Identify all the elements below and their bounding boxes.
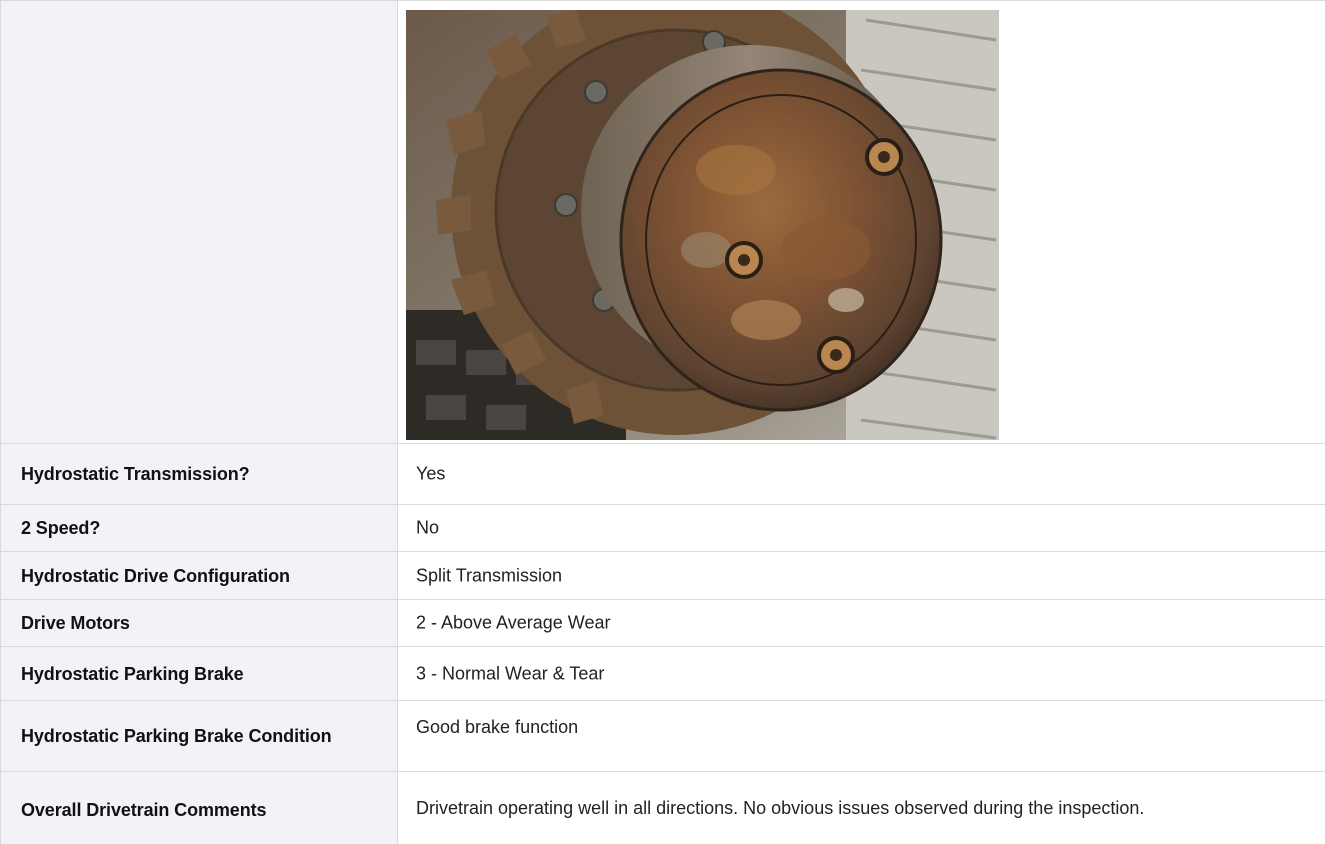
- row-value: 3 - Normal Wear & Tear: [416, 663, 605, 683]
- row-label-cell: 2 Speed?: [0, 505, 398, 551]
- row-value: Good brake function: [416, 717, 579, 737]
- row-label: Hydrostatic Parking Brake Condition: [21, 726, 332, 746]
- row-label-cell: Overall Drivetrain Comments: [0, 772, 398, 844]
- row-value: 2 - Above Average Wear: [416, 612, 611, 633]
- row-label: Hydrostatic Parking Brake: [21, 663, 244, 684]
- row-value: No: [416, 517, 440, 538]
- row-label: 2 Speed?: [21, 518, 101, 538]
- drive-motor-photo[interactable]: [406, 10, 999, 440]
- row-value: Split Transmission: [416, 565, 563, 585]
- row-value: Drivetrain operating well in all directi…: [416, 798, 1145, 818]
- table-row: Hydrostatic Drive Configuration Split Tr…: [0, 552, 1325, 600]
- row-label-cell: Hydrostatic Drive Configuration: [0, 552, 398, 599]
- row-label: Hydrostatic Drive Configuration: [21, 565, 290, 586]
- table-row: Hydrostatic Parking Brake Condition Good…: [0, 701, 1325, 772]
- table-row: Overall Drivetrain Comments Drivetrain o…: [0, 772, 1325, 844]
- table-row: 2 Speed? No: [0, 505, 1325, 552]
- drive-motor-photo-graphic: [406, 10, 999, 440]
- row-value: Yes: [416, 463, 446, 484]
- row-label-cell: Hydrostatic Parking Brake Condition: [0, 701, 398, 771]
- photo-row: [0, 0, 1325, 444]
- row-label: Hydrostatic Transmission?: [21, 464, 250, 484]
- table-row: Hydrostatic Transmission? Yes: [0, 444, 1325, 505]
- row-label: Overall Drivetrain Comments: [21, 800, 267, 820]
- row-label-cell: Hydrostatic Parking Brake: [0, 647, 398, 700]
- row-label: Drive Motors: [21, 613, 130, 633]
- table-row: Hydrostatic Parking Brake 3 - Normal Wea…: [0, 647, 1325, 701]
- photo-row-label-cell: [0, 1, 398, 443]
- row-label-cell: Drive Motors: [0, 600, 398, 646]
- row-label-cell: Hydrostatic Transmission?: [0, 444, 398, 504]
- table-row: Drive Motors 2 - Above Average Wear: [0, 600, 1325, 647]
